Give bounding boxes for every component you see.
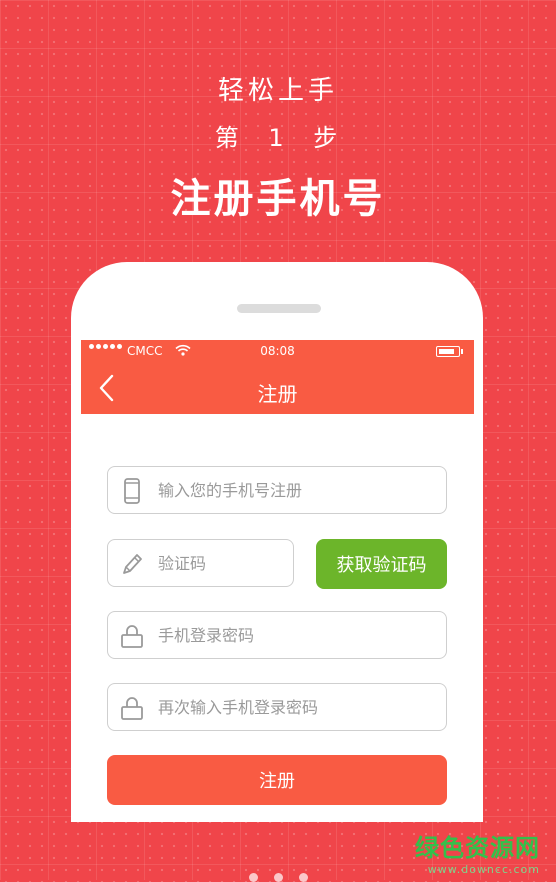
pencil-icon: [123, 554, 142, 574]
header-subtitle: 轻松上手: [217, 76, 338, 106]
confirm-password-input[interactable]: [158, 684, 428, 730]
watermark-text: 绿色资源网: [415, 834, 540, 862]
watermark-url: www.downcc.com: [427, 863, 540, 876]
phone-speaker: [237, 304, 321, 313]
app-bar: CMCC 08:08 注册: [81, 340, 474, 414]
phone-field: [107, 466, 447, 514]
confirm-password-field: [107, 683, 447, 731]
code-input[interactable]: [158, 540, 283, 586]
get-code-button[interactable]: 获取验证码: [316, 539, 447, 589]
phone-screen: CMCC 08:08 注册 输入您的手机号注册 验证码 获取验证码 注册: [81, 340, 474, 822]
header-step: 第 1 步: [214, 124, 342, 152]
password-input[interactable]: [158, 612, 428, 658]
nav-title: 注册: [257, 382, 298, 406]
lock-icon: [121, 625, 143, 648]
page-dot[interactable]: [298, 873, 308, 882]
mobile-phone-icon: [124, 478, 140, 504]
phone-input[interactable]: [158, 467, 428, 513]
watermark: 绿色资源网 www.downcc.com: [415, 828, 540, 876]
page-dot[interactable]: [273, 873, 283, 882]
status-time: 08:08: [260, 344, 295, 358]
code-field: [107, 539, 294, 587]
battery-icon: [436, 346, 463, 357]
page-dot[interactable]: [248, 873, 258, 882]
header-title: 注册手机号: [170, 176, 386, 222]
status-bar: CMCC 08:08: [81, 340, 474, 362]
phone-mockup: CMCC 08:08 注册 输入您的手机号注册 验证码 获取验证码 注册: [71, 262, 483, 822]
lock-icon: [121, 697, 143, 720]
register-button[interactable]: 注册: [107, 755, 447, 805]
password-field: [107, 611, 447, 659]
